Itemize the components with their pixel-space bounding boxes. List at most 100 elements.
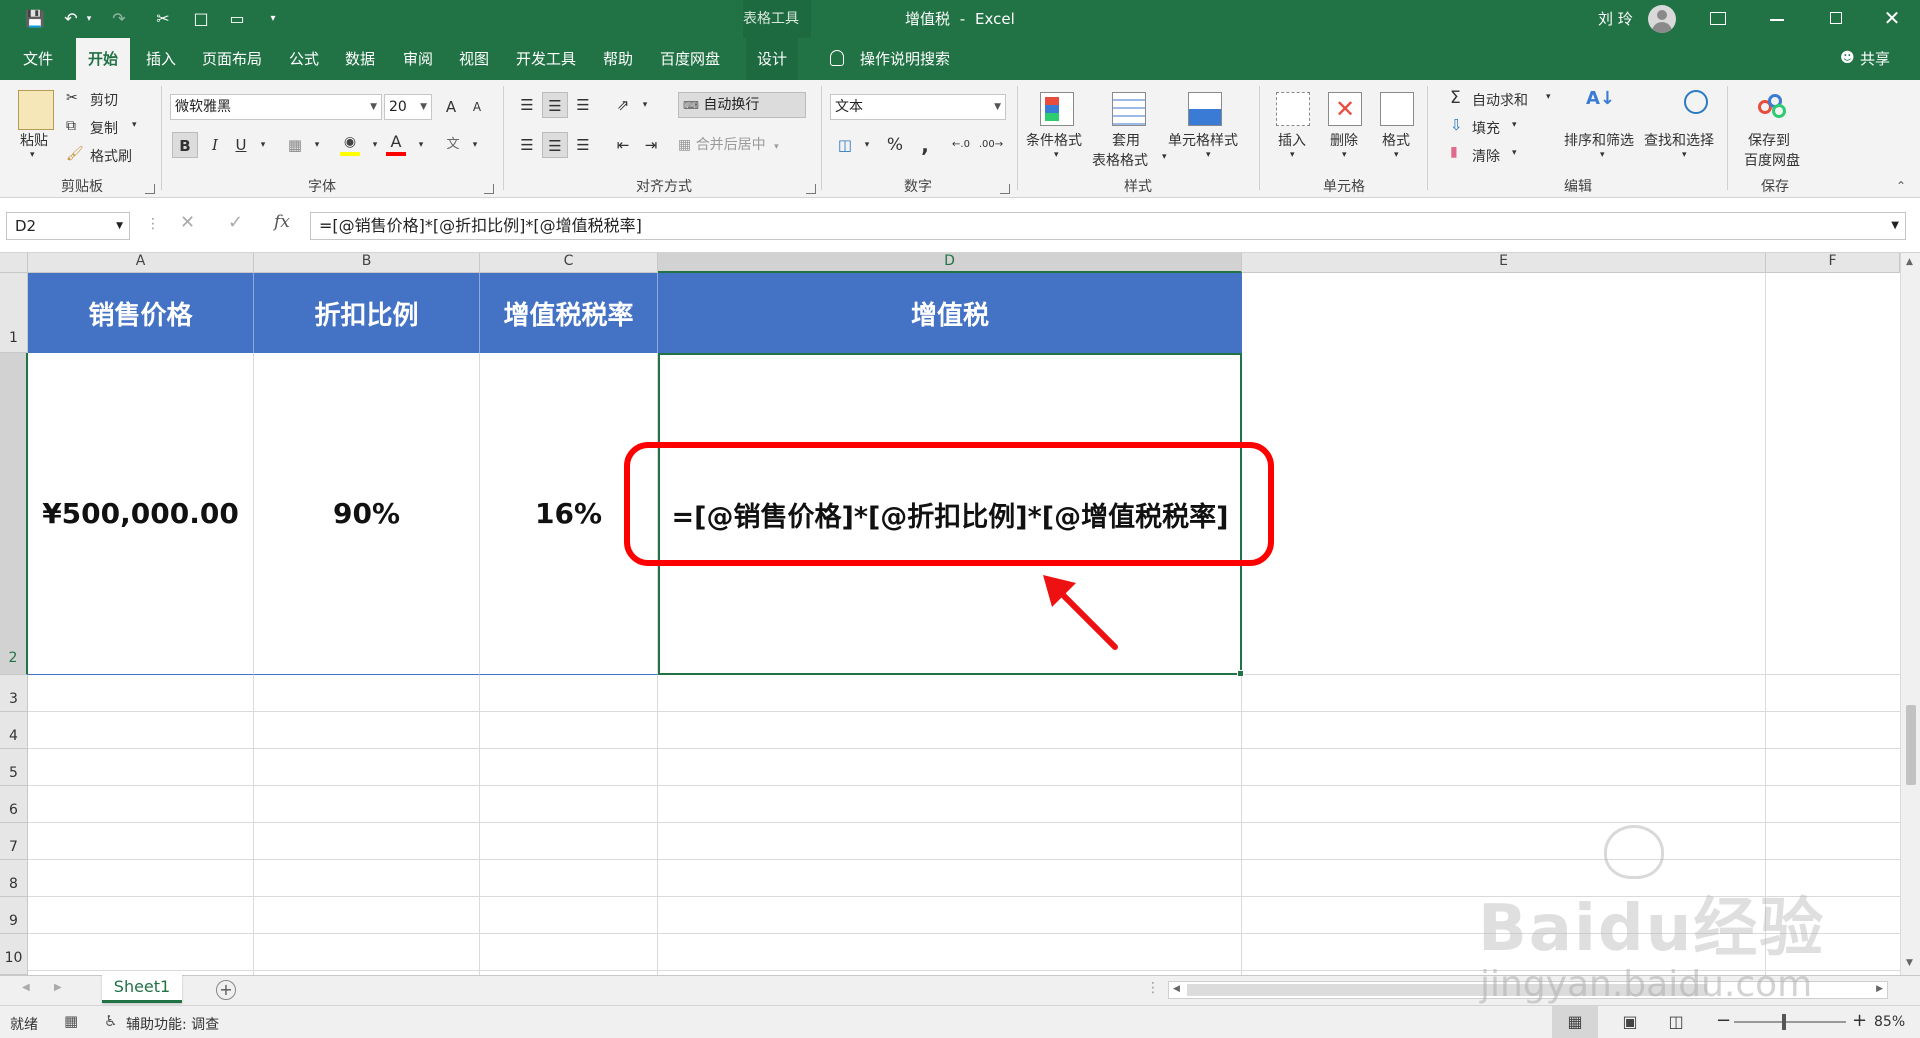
clear-button[interactable]: 清除 xyxy=(1472,146,1500,166)
autosum-button[interactable]: 自动求和 xyxy=(1472,90,1528,110)
shrink-font-icon[interactable]: A xyxy=(464,94,490,120)
number-launcher-icon[interactable] xyxy=(1000,184,1010,194)
tab-home[interactable]: 开始 xyxy=(76,38,130,80)
close-icon[interactable]: ✕ xyxy=(1880,6,1904,30)
status-accessibility[interactable]: 辅助功能: 调查 xyxy=(126,1014,219,1034)
clear-dropdown-icon[interactable]: ▾ xyxy=(1512,148,1517,158)
cell-styles-dropdown-icon[interactable]: ▾ xyxy=(1206,150,1211,160)
sort-filter-button[interactable]: 排序和筛选 xyxy=(1564,130,1634,150)
name-box[interactable]: D2 ▼ xyxy=(6,212,130,240)
delete-cells-button[interactable]: 删除 xyxy=(1330,130,1358,150)
save-to-netdisk-line2[interactable]: 百度网盘 xyxy=(1744,150,1800,170)
tab-formulas[interactable]: 公式 xyxy=(282,38,326,80)
zoom-level[interactable]: 85% xyxy=(1874,1014,1905,1030)
fill-color-dropdown-icon[interactable]: ▾ xyxy=(362,132,388,158)
tell-me-search[interactable]: 操作说明搜索 xyxy=(860,38,950,80)
insert-dropdown-icon[interactable]: ▾ xyxy=(1290,150,1295,160)
row-header-6[interactable]: 6 xyxy=(0,786,28,823)
ribbon-display-options-icon[interactable] xyxy=(1710,12,1726,25)
wrap-text-button[interactable]: ⌨ 自动换行 xyxy=(678,92,806,118)
column-header-c[interactable]: C xyxy=(480,253,658,273)
column-header-d[interactable]: D xyxy=(658,253,1242,273)
normal-view-icon[interactable]: ▦ xyxy=(1552,1006,1598,1038)
cell-a2[interactable]: ¥500,000.00 xyxy=(28,353,254,675)
align-center-icon[interactable]: ☰ xyxy=(542,132,568,158)
sort-filter-icon[interactable]: A↓ xyxy=(1586,88,1615,109)
clipboard-launcher-icon[interactable] xyxy=(145,184,155,194)
zoom-in-button[interactable]: + xyxy=(1852,1010,1867,1031)
hscroll-right-icon[interactable]: ▶ xyxy=(1876,984,1883,994)
conditional-formatting-button[interactable]: 条件格式 xyxy=(1026,130,1082,150)
hscroll-left-icon[interactable]: ◀ xyxy=(1173,984,1180,994)
delete-dropdown-icon[interactable]: ▾ xyxy=(1342,150,1347,160)
font-color-icon[interactable]: A xyxy=(386,132,406,156)
macro-record-icon[interactable]: ▦ xyxy=(64,1012,78,1030)
format-as-table-dropdown-icon[interactable]: ▾ xyxy=(1162,152,1167,162)
table-header-discount[interactable]: 折扣比例 xyxy=(254,273,480,353)
new-file-icon[interactable]: ▭ xyxy=(226,8,248,30)
align-middle-icon[interactable]: ☰ xyxy=(542,92,568,118)
tab-file[interactable]: 文件 xyxy=(16,38,60,80)
form-icon[interactable]: □ xyxy=(190,8,212,30)
tab-data[interactable]: 数据 xyxy=(338,38,382,80)
tab-baidu-netdisk[interactable]: 百度网盘 xyxy=(652,38,728,80)
sheet-tab-sheet1[interactable]: Sheet1 xyxy=(102,975,182,1003)
column-header-b[interactable]: B xyxy=(254,253,480,273)
column-header-a[interactable]: A xyxy=(28,253,254,273)
sort-filter-dropdown-icon[interactable]: ▾ xyxy=(1600,150,1605,160)
save-icon[interactable]: 💾 xyxy=(24,8,46,30)
row-header-10[interactable]: 10 xyxy=(0,934,28,975)
save-to-netdisk-line1[interactable]: 保存到 xyxy=(1748,130,1790,150)
format-dropdown-icon[interactable]: ▾ xyxy=(1394,150,1399,160)
vertical-scrollbar[interactable]: ▲ ▼ xyxy=(1900,253,1920,975)
next-sheet-icon[interactable]: ▶ xyxy=(54,982,62,993)
user-name[interactable]: 刘 玲 xyxy=(1598,0,1633,38)
copy-dropdown-icon[interactable]: ▾ xyxy=(132,120,137,130)
bold-button[interactable]: B xyxy=(172,132,198,158)
row-header-3[interactable]: 3 xyxy=(0,675,28,712)
zoom-slider-thumb[interactable] xyxy=(1782,1014,1786,1030)
row-header-7[interactable]: 7 xyxy=(0,823,28,860)
tab-help[interactable]: 帮助 xyxy=(596,38,640,80)
decrease-indent-icon[interactable]: ⇤ xyxy=(610,132,636,158)
row-header-9[interactable]: 9 xyxy=(0,897,28,934)
underline-dropdown-icon[interactable]: ▾ xyxy=(250,132,276,158)
row-header-5[interactable]: 5 xyxy=(0,749,28,786)
fill-handle[interactable] xyxy=(1237,670,1244,677)
expand-formula-bar-icon[interactable]: ▼ xyxy=(1891,213,1899,239)
cell-styles-icon[interactable] xyxy=(1188,92,1222,126)
find-select-button[interactable]: 查找和选择 xyxy=(1644,130,1714,150)
zoom-out-button[interactable]: − xyxy=(1716,1010,1731,1031)
tab-developer[interactable]: 开发工具 xyxy=(508,38,584,80)
row-header-8[interactable]: 8 xyxy=(0,860,28,897)
undo-dropdown-icon[interactable]: ▾ xyxy=(78,8,100,30)
horizontal-scrollbar[interactable]: ◀ ▶ xyxy=(1168,981,1888,999)
autosum-dropdown-icon[interactable]: ▾ xyxy=(1546,92,1551,102)
align-left-icon[interactable]: ☰ xyxy=(514,132,540,158)
merge-center-button[interactable]: ▦ 合并后居中 ▾ xyxy=(678,132,818,158)
tab-insert[interactable]: 插入 xyxy=(139,38,183,80)
increase-indent-icon[interactable]: ⇥ xyxy=(638,132,664,158)
percent-style-icon[interactable]: % xyxy=(882,132,908,158)
cancel-entry-icon[interactable]: ✕ xyxy=(180,212,195,233)
add-sheet-icon[interactable]: + xyxy=(216,980,236,1000)
scroll-up-icon[interactable]: ▲ xyxy=(1906,257,1913,267)
prev-sheet-icon[interactable]: ◀ xyxy=(22,982,30,993)
zoom-slider[interactable] xyxy=(1734,1014,1846,1030)
tab-design[interactable]: 设计 xyxy=(746,38,798,80)
increase-decimal-icon[interactable]: ←.0 xyxy=(948,132,974,158)
align-right-icon[interactable]: ☰ xyxy=(570,132,596,158)
borders-dropdown-icon[interactable]: ▾ xyxy=(304,132,330,158)
insert-cells-icon[interactable] xyxy=(1276,92,1310,126)
format-painter-button[interactable]: 格式刷 xyxy=(90,146,132,166)
column-header-e[interactable]: E xyxy=(1242,253,1766,273)
insert-function-icon[interactable]: fx xyxy=(274,212,290,232)
row-header-1[interactable]: 1 xyxy=(0,273,28,353)
row-header-4[interactable]: 4 xyxy=(0,712,28,749)
fill-button[interactable]: 填充 xyxy=(1472,118,1500,138)
number-format-dropdown[interactable]: 文本 ▼ xyxy=(830,94,1006,120)
table-header-sales-price[interactable]: 销售价格 xyxy=(28,273,254,353)
column-header-f[interactable]: F xyxy=(1766,253,1900,273)
page-break-view-icon[interactable]: ◫ xyxy=(1656,1006,1696,1038)
format-cells-button[interactable]: 格式 xyxy=(1382,130,1410,150)
